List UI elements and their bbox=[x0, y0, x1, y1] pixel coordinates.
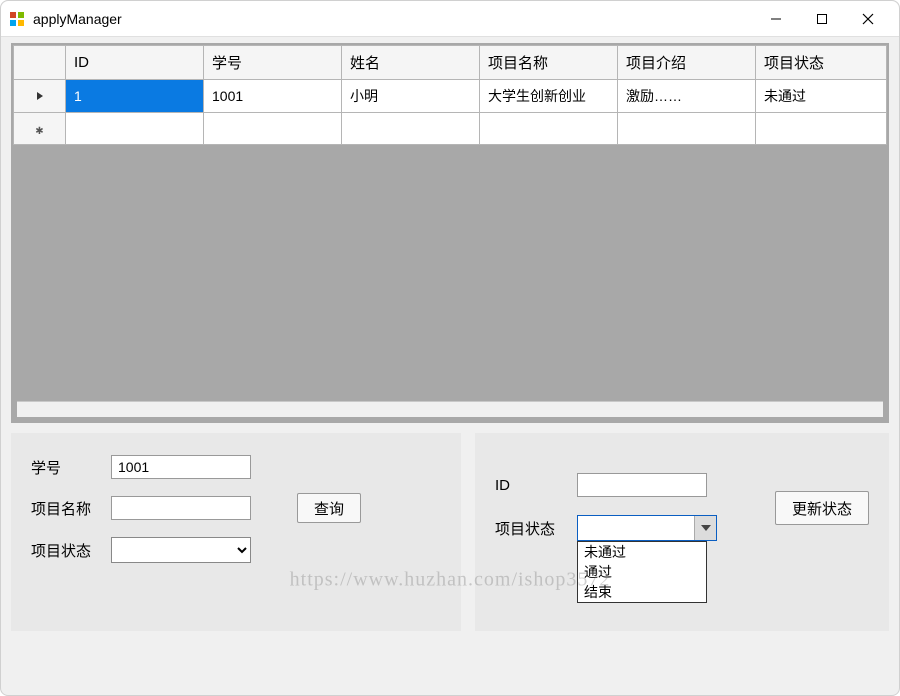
combo-text bbox=[578, 516, 694, 540]
asterisk-icon: ✱ bbox=[35, 126, 43, 137]
maximize-icon bbox=[816, 13, 828, 25]
dropdown-option[interactable]: 结束 bbox=[578, 582, 706, 602]
query-button[interactable]: 查询 bbox=[297, 493, 361, 523]
update-panel: ID 项目状态 未通过 bbox=[475, 433, 889, 631]
close-button[interactable] bbox=[845, 4, 891, 34]
grid-corner[interactable] bbox=[14, 46, 66, 80]
cell-pdesc[interactable]: 激励…… bbox=[618, 80, 756, 113]
client-area: ID 学号 姓名 项目名称 项目介绍 项目状态 1 1001 bbox=[1, 37, 899, 695]
col-name[interactable]: 姓名 bbox=[342, 46, 480, 80]
new-row[interactable]: ✱ bbox=[14, 113, 887, 145]
grid-empty-area bbox=[13, 145, 887, 395]
cell-name[interactable]: 小明 bbox=[342, 80, 480, 113]
pstatus-update-label: 项目状态 bbox=[495, 518, 567, 539]
pstatus-filter-label: 项目状态 bbox=[31, 540, 101, 561]
bottom-panels: 学号 项目名称 查询 项目状态 bbox=[11, 433, 889, 631]
app-icon bbox=[9, 11, 25, 27]
pstatus-dropdown-list[interactable]: 未通过 通过 结束 bbox=[577, 541, 707, 603]
col-pdesc[interactable]: 项目介绍 bbox=[618, 46, 756, 80]
app-window: applyManager ID 学号 姓名 bbox=[0, 0, 900, 696]
cell-sno[interactable]: 1001 bbox=[204, 80, 342, 113]
pstatus-update-select[interactable] bbox=[577, 515, 717, 541]
titlebar: applyManager bbox=[1, 1, 899, 37]
pstatus-filter-select[interactable] bbox=[111, 537, 251, 563]
update-status-button[interactable]: 更新状态 bbox=[775, 491, 869, 525]
col-sno[interactable]: 学号 bbox=[204, 46, 342, 80]
maximize-button[interactable] bbox=[799, 4, 845, 34]
current-row-icon bbox=[35, 91, 45, 101]
horizontal-scrollbar[interactable] bbox=[17, 401, 883, 417]
chevron-down-icon bbox=[694, 516, 716, 540]
grid-header-row: ID 学号 姓名 项目名称 项目介绍 项目状态 bbox=[14, 46, 887, 80]
cell-id[interactable]: 1 bbox=[66, 80, 204, 113]
sno-label: 学号 bbox=[31, 457, 101, 478]
window-title: applyManager bbox=[33, 11, 122, 27]
new-row-indicator[interactable]: ✱ bbox=[14, 113, 66, 145]
pname-input[interactable] bbox=[111, 496, 251, 520]
minimize-button[interactable] bbox=[753, 4, 799, 34]
pname-label: 项目名称 bbox=[31, 498, 101, 519]
dropdown-option[interactable]: 未通过 bbox=[578, 542, 706, 562]
dropdown-option[interactable]: 通过 bbox=[578, 562, 706, 582]
sno-input[interactable] bbox=[111, 455, 251, 479]
filter-panel: 学号 项目名称 查询 项目状态 bbox=[11, 433, 461, 631]
cell-pname[interactable]: 大学生创新创业 bbox=[480, 80, 618, 113]
cell-pstatus[interactable]: 未通过 bbox=[756, 80, 887, 113]
row-indicator[interactable] bbox=[14, 80, 66, 113]
col-pstatus[interactable]: 项目状态 bbox=[756, 46, 887, 80]
id-label: ID bbox=[495, 477, 567, 494]
close-icon bbox=[862, 13, 874, 25]
col-id[interactable]: ID bbox=[66, 46, 204, 80]
table-row[interactable]: 1 1001 小明 大学生创新创业 激励…… 未通过 bbox=[14, 80, 887, 113]
id-input[interactable] bbox=[577, 473, 707, 497]
col-pname[interactable]: 项目名称 bbox=[480, 46, 618, 80]
data-grid[interactable]: ID 学号 姓名 项目名称 项目介绍 项目状态 1 1001 bbox=[11, 43, 889, 423]
minimize-icon bbox=[770, 13, 782, 25]
